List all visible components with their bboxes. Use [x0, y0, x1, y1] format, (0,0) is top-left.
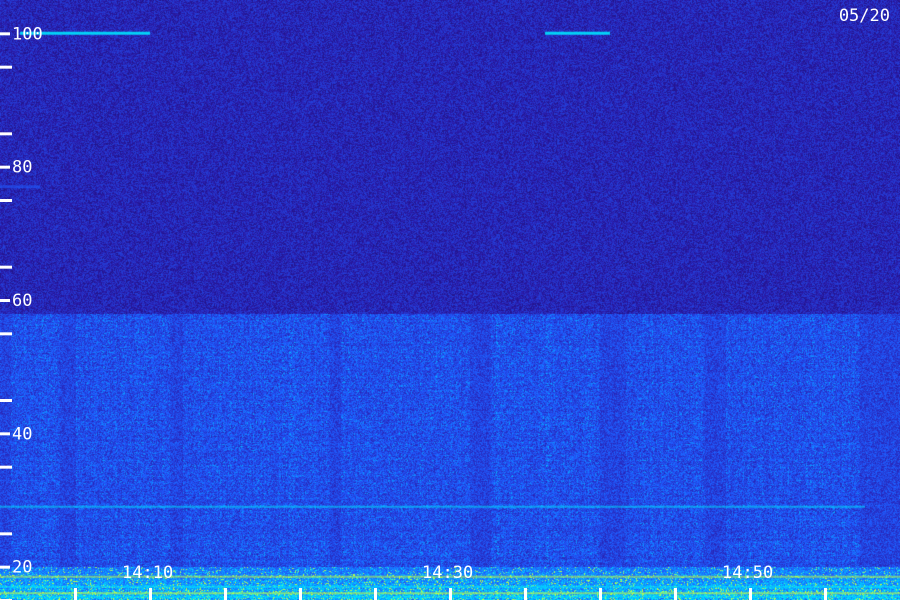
y-tick-label: 60 — [12, 291, 32, 311]
x-minor-tick — [524, 588, 527, 600]
x-minor-tick — [374, 588, 377, 600]
y-tick — [0, 165, 10, 169]
x-minor-tick — [74, 588, 77, 600]
x-minor-tick — [149, 588, 152, 600]
y-minor-tick — [0, 399, 12, 402]
y-tick — [0, 432, 10, 436]
x-tick-label: 14:30 — [422, 563, 473, 583]
x-tick-label: 14:10 — [122, 563, 173, 583]
x-minor-tick — [824, 588, 827, 600]
x-tick-label: 14:50 — [722, 563, 773, 583]
y-tick — [0, 299, 10, 302]
x-minor-tick — [299, 588, 302, 600]
spectrogram-panel: 100 80 60 40 20 14:10 14:30 14:50 05/20 — [0, 0, 900, 600]
y-tick — [0, 565, 10, 569]
y-tick-label: 80 — [12, 158, 32, 178]
x-minor-tick — [749, 588, 752, 600]
x-minor-tick — [674, 588, 677, 600]
y-minor-tick — [0, 465, 12, 469]
x-minor-tick — [449, 588, 452, 600]
x-minor-tick — [224, 588, 227, 600]
y-tick-label: 100 — [12, 24, 43, 44]
y-tick-label: 20 — [12, 558, 32, 578]
y-tick-label: 40 — [12, 424, 32, 444]
y-minor-tick — [0, 65, 12, 69]
axis-overlay: 100 80 60 40 20 14:10 14:30 14:50 — [0, 24, 827, 600]
y-minor-tick — [0, 199, 12, 202]
y-minor-tick — [0, 132, 12, 136]
y-minor-tick — [0, 265, 12, 269]
date-label: 05/20 — [838, 6, 890, 26]
y-tick — [0, 32, 10, 36]
y-minor-tick — [0, 532, 12, 536]
x-minor-tick — [599, 588, 602, 600]
y-minor-tick — [0, 332, 12, 336]
